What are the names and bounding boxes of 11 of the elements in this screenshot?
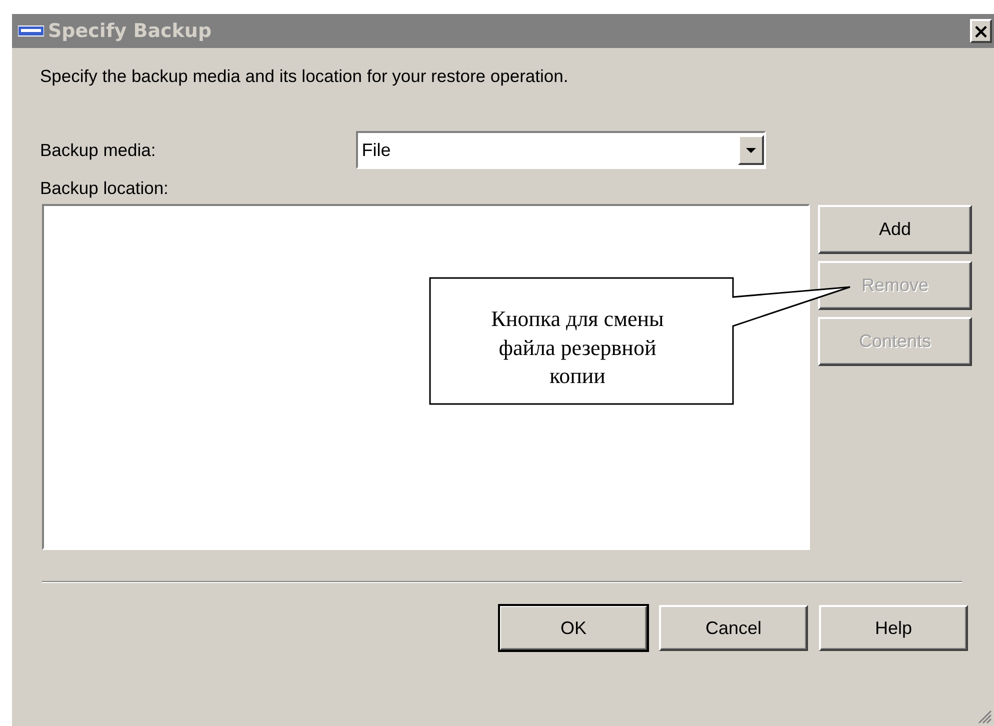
close-button[interactable]: ×	[970, 19, 992, 43]
ok-button[interactable]: OK	[499, 605, 648, 651]
description-text: Specify the backup media and its location for your restore operation.	[40, 66, 570, 87]
media-label: Backup media:	[40, 140, 156, 160]
location-label: Backup location:	[40, 178, 170, 199]
add-button[interactable]: Add	[818, 205, 972, 254]
help-button[interactable]: Help	[819, 605, 968, 651]
media-dropdown[interactable]: File	[356, 131, 766, 169]
window-title: Specify Backup	[48, 20, 213, 42]
callout-text: Кнопка для смены файла резервной копии	[490, 305, 665, 390]
cancel-button[interactable]: Cancel	[659, 605, 808, 651]
